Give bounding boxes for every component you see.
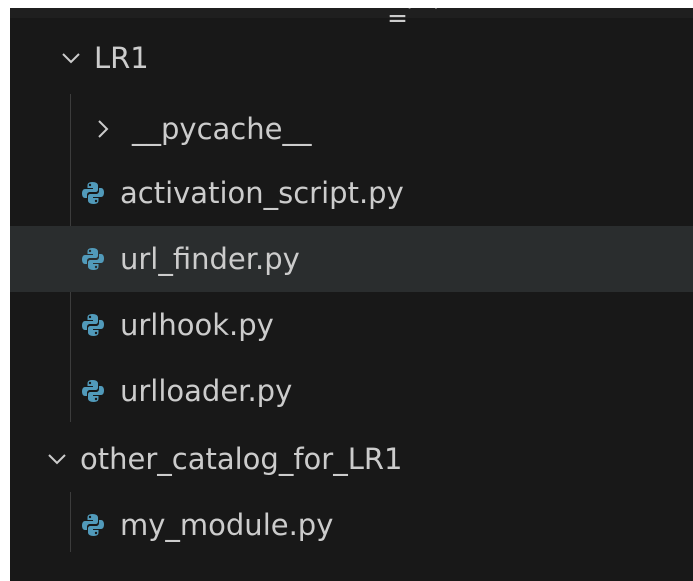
folder-row-lr1[interactable]: LR1 <box>10 25 693 91</box>
folder-label-other-catalog: other_catalog_for_LR1 <box>80 442 403 476</box>
folder-label-pycache: __pycache__ <box>132 112 312 146</box>
cropped-header-text: ‗ᵖ ᵖ <box>390 8 448 21</box>
folder-label-lr1: LR1 <box>94 41 149 75</box>
explorer-top-border <box>10 8 693 18</box>
file-row-urlloader[interactable]: urlloader.py <box>10 358 693 424</box>
folder-row-other-catalog[interactable]: other_catalog_for_LR1 <box>10 426 693 492</box>
python-icon <box>80 180 106 206</box>
chevron-down-icon[interactable] <box>44 446 70 472</box>
python-icon <box>80 378 106 404</box>
file-row-activation-script[interactable]: activation_script.py <box>10 160 693 226</box>
python-icon <box>80 246 106 272</box>
file-label-activation-script: activation_script.py <box>120 176 404 210</box>
file-label-urlhook: urlhook.py <box>120 308 274 342</box>
file-label-urlloader: urlloader.py <box>120 374 293 408</box>
chevron-right-icon[interactable] <box>90 116 116 142</box>
file-explorer: ‗ᵖ ᵖ LR1 __pycache__ activation_script.p… <box>10 8 693 581</box>
file-row-urlhook[interactable]: urlhook.py <box>10 292 693 358</box>
file-label-url-finder: url_finder.py <box>120 242 300 276</box>
python-icon <box>80 312 106 338</box>
file-label-my-module: my_module.py <box>120 508 334 542</box>
file-row-url-finder[interactable]: url_finder.py <box>10 226 693 292</box>
chevron-down-icon[interactable] <box>58 45 84 71</box>
python-icon <box>80 512 106 538</box>
folder-row-pycache[interactable]: __pycache__ <box>10 96 693 162</box>
file-row-my-module[interactable]: my_module.py <box>10 492 693 558</box>
